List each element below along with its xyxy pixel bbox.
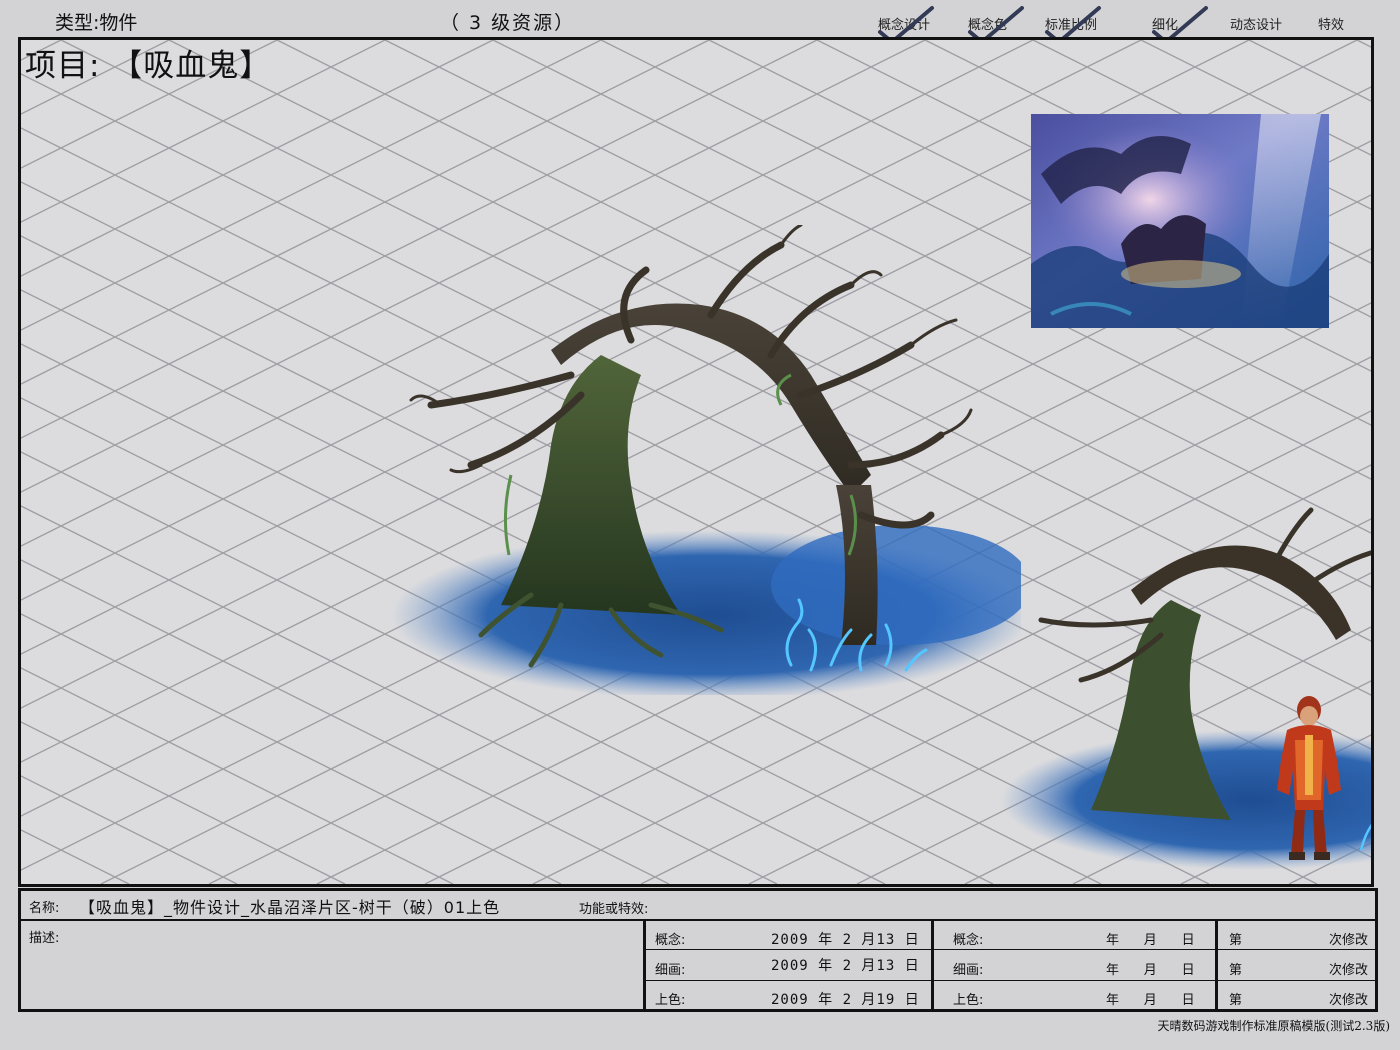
detail-date-value: 2009 年 2 月13 日 bbox=[771, 958, 920, 974]
revision-prefix: 第 bbox=[1229, 963, 1243, 978]
concept-date-label: 概念: bbox=[655, 933, 686, 948]
template-footer: 天晴数码游戏制作标准原稿模版(测试2.3版) bbox=[1157, 1019, 1390, 1033]
detail-date-label-2: 细画: bbox=[953, 963, 984, 978]
artwork-frame: 项目: 【吸血鬼】 bbox=[18, 37, 1374, 887]
effects-label: 功能或特效: bbox=[579, 902, 649, 917]
project-title: 项目: 【吸血鬼】 bbox=[25, 48, 272, 84]
concept-date-value: 2009 年 2 月13 日 bbox=[771, 932, 920, 948]
table-divider bbox=[931, 919, 934, 1012]
table-row-line bbox=[646, 949, 1375, 950]
color-date-label: 上色: bbox=[655, 993, 686, 1008]
revision-prefix: 第 bbox=[1229, 933, 1243, 948]
empty-date-value: 年 月 日 bbox=[1106, 933, 1195, 948]
empty-date-value: 年 月 日 bbox=[1106, 963, 1195, 978]
revision-suffix: 次修改 bbox=[1329, 933, 1369, 948]
table-divider bbox=[643, 919, 646, 1012]
type-label: 类型:物件 bbox=[55, 12, 138, 34]
name-label: 名称: bbox=[29, 901, 60, 916]
table-divider bbox=[1215, 919, 1218, 1012]
revision-suffix: 次修改 bbox=[1329, 963, 1369, 978]
concept-date-label-2: 概念: bbox=[953, 933, 984, 948]
detail-date-label: 细画: bbox=[655, 963, 686, 978]
info-table: 名称: 【吸血鬼】_物件设计_水晶沼泽片区-树干（破）01上色 功能或特效: 描… bbox=[18, 888, 1378, 1012]
revision-prefix: 第 bbox=[1229, 993, 1243, 1008]
stage-label: 动态设计 bbox=[1230, 18, 1283, 33]
concept-painting-icon bbox=[1031, 114, 1329, 328]
resource-level-label: （ 3 级资源） bbox=[440, 12, 576, 34]
color-date-label-2: 上色: bbox=[953, 993, 984, 1008]
description-label: 描述: bbox=[29, 931, 60, 946]
revision-suffix: 次修改 bbox=[1329, 993, 1369, 1008]
name-value: 【吸血鬼】_物件设计_水晶沼泽片区-树干（破）01上色 bbox=[79, 898, 501, 917]
table-row-line bbox=[646, 980, 1375, 981]
stage-label: 特效 bbox=[1318, 18, 1345, 33]
red-armored-character-icon bbox=[1259, 690, 1359, 874]
empty-date-value: 年 月 日 bbox=[1106, 993, 1195, 1008]
dead-tree-arch-icon bbox=[381, 223, 1031, 700]
color-date-value: 2009 年 2 月19 日 bbox=[771, 992, 920, 1008]
